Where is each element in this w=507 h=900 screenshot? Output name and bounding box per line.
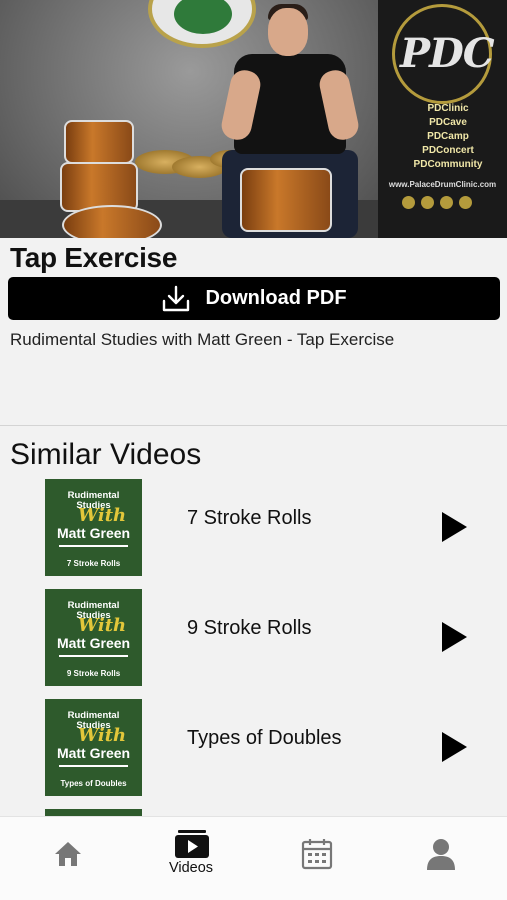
download-icon xyxy=(163,285,190,311)
banner-menu: PDClinic PDCave PDCamp PDConcert PDCommu… xyxy=(413,103,483,170)
snare-drum xyxy=(240,168,332,232)
banner-logo-text: PDC xyxy=(400,30,495,77)
videos-icon xyxy=(175,830,209,858)
bass-drum xyxy=(62,205,162,238)
bottom-tab-bar: Videos xyxy=(0,816,507,900)
list-item[interactable] xyxy=(0,808,507,816)
home-icon xyxy=(55,842,81,866)
video-thumbnail[interactable]: Rudimental Studies With Matt Green Types … xyxy=(45,699,142,796)
calendar-icon xyxy=(301,839,333,870)
tab-label: Videos xyxy=(168,860,214,876)
play-icon[interactable] xyxy=(440,511,468,543)
play-icon[interactable] xyxy=(440,731,468,763)
section-title: Similar Videos xyxy=(10,438,202,471)
list-item[interactable]: Rudimental Studies With Matt Green 7 Stro… xyxy=(0,478,507,588)
list-item[interactable]: Rudimental Studies With Matt Green 9 Stro… xyxy=(0,588,507,698)
tab-home[interactable] xyxy=(5,817,131,900)
tab-profile[interactable] xyxy=(378,817,504,900)
video-title[interactable]: 9 Stroke Rolls xyxy=(187,617,312,640)
banner-social-icons xyxy=(402,196,472,209)
profile-icon xyxy=(427,839,455,870)
tab-videos[interactable]: Videos xyxy=(128,817,254,900)
page-title: Tap Exercise xyxy=(10,242,178,273)
download-pdf-button[interactable]: Download PDF xyxy=(8,277,500,320)
tom-drum xyxy=(60,162,138,212)
pdc-banner: PDC PDClinic PDCave PDCamp PDConcert PDC… xyxy=(378,0,507,238)
video-title[interactable]: Types of Doubles xyxy=(187,727,342,750)
video-subtitle: Rudimental Studies with Matt Green - Tap… xyxy=(10,330,395,349)
video-thumbnail[interactable]: Rudimental Studies With Matt Green 7 Stro… xyxy=(45,479,142,576)
similar-videos-list: Rudimental Studies With Matt Green 7 Stro… xyxy=(0,478,507,816)
download-pdf-label: Download PDF xyxy=(205,287,347,309)
list-item[interactable]: Rudimental Studies With Matt Green Types … xyxy=(0,698,507,808)
play-icon[interactable] xyxy=(440,621,468,653)
tab-calendar[interactable] xyxy=(254,817,380,900)
tom-drum xyxy=(64,120,134,164)
video-thumbnail[interactable] xyxy=(45,809,142,816)
banner-url: www.PalaceDrumClinic.com xyxy=(388,180,497,189)
divider xyxy=(0,425,507,426)
video-thumbnail[interactable]: Rudimental Studies With Matt Green 9 Stro… xyxy=(45,589,142,686)
video-player[interactable]: PDC PDClinic PDCave PDCamp PDConcert PDC… xyxy=(0,0,507,238)
video-title[interactable]: 7 Stroke Rolls xyxy=(187,507,312,530)
